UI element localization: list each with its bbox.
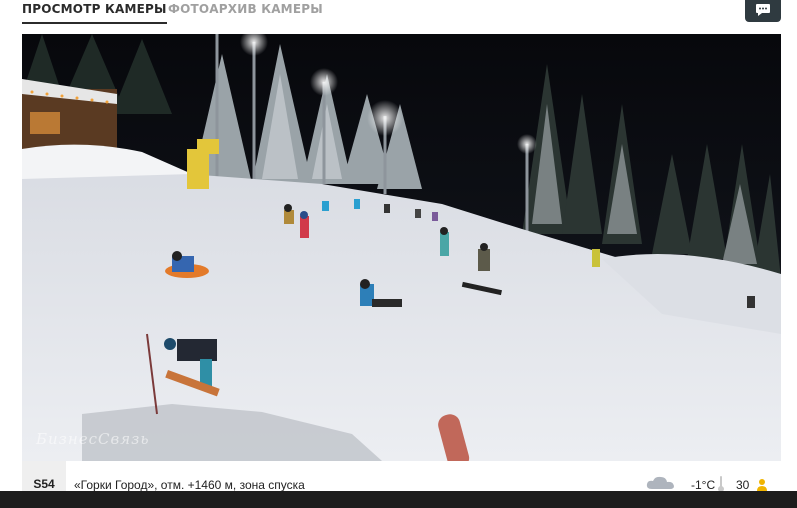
- tab-camera-archive[interactable]: ФОТОАРХИВ КАМЕРЫ: [168, 2, 323, 16]
- camera-watermark: БизнесСвязь: [36, 430, 150, 448]
- camera-view[interactable]: БизнесСвязь: [22, 34, 781, 461]
- camera-info-bar: S54 «Горки Город», отм. +1460 м, зона сп…: [22, 461, 781, 494]
- chat-bubble-icon: [756, 4, 770, 16]
- camera-description: «Горки Город», отм. +1460 м, зона спуска: [74, 478, 305, 492]
- viewer-count: 30: [736, 478, 750, 492]
- person-icon: [757, 479, 767, 491]
- camera-code: S54: [22, 461, 66, 491]
- tab-camera-view[interactable]: ПРОСМОТР КАМЕРЫ: [22, 2, 167, 24]
- bottom-bar: [0, 491, 797, 508]
- camera-tabs: ПРОСМОТР КАМЕРЫ ФОТОАРХИВ КАМЕРЫ: [0, 0, 797, 28]
- temperature: -1°C: [691, 478, 716, 492]
- chat-button[interactable]: [745, 0, 781, 22]
- ski-slope-night-image: [22, 34, 781, 461]
